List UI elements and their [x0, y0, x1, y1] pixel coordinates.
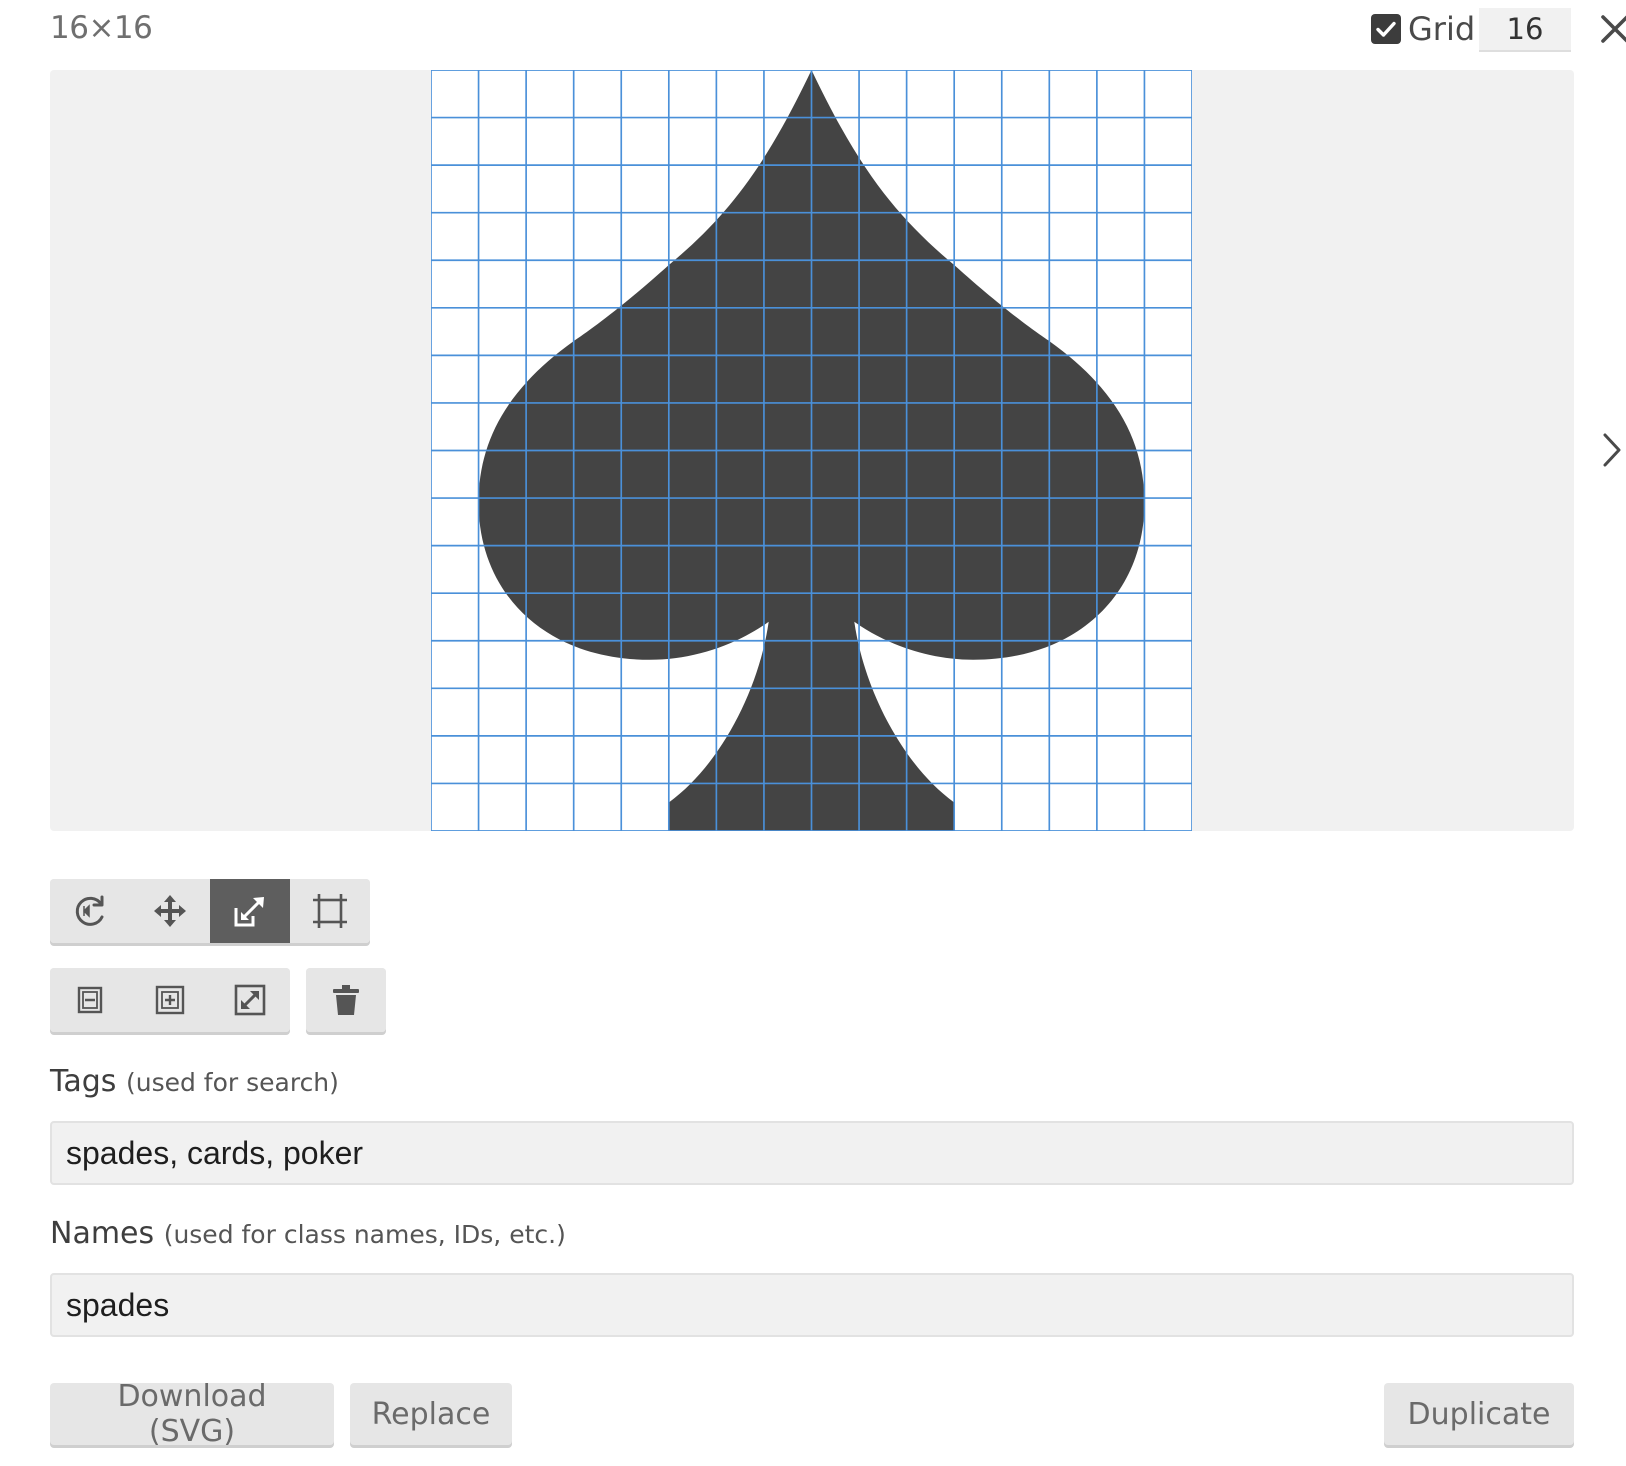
fit-button[interactable]: [210, 968, 290, 1032]
grid-size-input[interactable]: [1479, 8, 1571, 52]
trash-icon: [333, 985, 359, 1015]
duplicate-button[interactable]: Duplicate: [1384, 1383, 1574, 1445]
icon-preview: [431, 70, 1192, 831]
names-hint: (used for class names, IDs, etc.): [163, 1220, 566, 1249]
tags-hint: (used for search): [125, 1068, 339, 1097]
grid-checkbox[interactable]: [1371, 14, 1401, 44]
names-input[interactable]: [50, 1273, 1574, 1337]
zoom-out-icon: [77, 986, 103, 1014]
next-icon-button[interactable]: [1601, 431, 1623, 469]
replace-button[interactable]: Replace: [350, 1383, 512, 1445]
crop-button[interactable]: [290, 879, 370, 943]
transform-toolbar: [50, 879, 370, 943]
rotate-icon: [75, 895, 104, 926]
names-label-text: Names: [50, 1216, 155, 1251]
download-svg-button[interactable]: Download (SVG): [50, 1379, 334, 1449]
tags-label-text: Tags: [50, 1064, 117, 1099]
names-label: Names (used for class names, IDs, etc.): [50, 1216, 566, 1251]
move-button[interactable]: [130, 879, 210, 943]
tags-input[interactable]: [50, 1121, 1574, 1185]
delete-toolbar: [306, 968, 386, 1032]
tags-label: Tags (used for search): [50, 1064, 339, 1099]
move-icon: [154, 895, 186, 927]
chevron-right-icon: [1603, 433, 1621, 467]
resize-button[interactable]: [210, 879, 290, 943]
fit-icon: [234, 984, 266, 1016]
rotate-button[interactable]: [50, 879, 130, 943]
scale-toolbar: [50, 968, 290, 1032]
checkbox-checked-icon: [1376, 21, 1396, 37]
shrink-button[interactable]: [50, 968, 130, 1032]
close-icon: [1601, 15, 1626, 43]
close-button[interactable]: [1598, 12, 1626, 46]
crop-icon: [313, 894, 347, 928]
resize-icon: [234, 897, 264, 927]
grid-label: Grid: [1408, 10, 1476, 48]
zoom-in-icon: [155, 985, 185, 1015]
icon-size-label: 16×16: [50, 10, 153, 46]
grow-button[interactable]: [130, 968, 210, 1032]
delete-button[interactable]: [306, 968, 386, 1032]
